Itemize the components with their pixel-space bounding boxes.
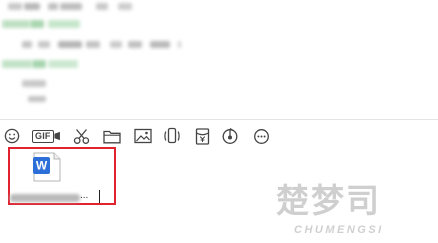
watermark: 楚梦司 CHUMENGSI: [262, 181, 438, 243]
watermark-latin-text: CHUMENGSI: [294, 224, 384, 236]
blurred-message: [48, 20, 80, 28]
image-icon: [134, 128, 152, 144]
red-envelope-icon: [195, 127, 209, 145]
folder-icon: [103, 130, 121, 143]
voice-icon: [222, 128, 238, 144]
blurred-message: [8, 3, 22, 10]
blurred-message: [28, 96, 46, 102]
more-button[interactable]: [250, 124, 272, 148]
word-file-icon[interactable]: W: [31, 152, 61, 182]
blurred-message: [2, 20, 30, 28]
blurred-message: [128, 41, 142, 48]
blurred-message: [30, 20, 44, 28]
blurred-message: [110, 41, 122, 48]
blurred-message: [24, 3, 40, 10]
blurred-message: [96, 3, 108, 10]
voice-message-button[interactable]: [219, 124, 241, 148]
emoji-icon: [4, 128, 20, 144]
send-image-button[interactable]: [132, 124, 154, 148]
blurred-message: [118, 3, 132, 10]
gif-camera-icon: [54, 131, 60, 141]
blurred-message: [32, 60, 46, 68]
blurred-message: [48, 60, 78, 68]
watermark-logo-text: 楚梦司: [276, 182, 381, 219]
more-icon: [253, 128, 269, 144]
word-letter: W: [36, 159, 48, 173]
blurred-message: [60, 3, 82, 10]
shake-button[interactable]: [161, 124, 183, 148]
blurred-message: [22, 80, 46, 87]
blurred-message: [48, 3, 58, 10]
emoji-button[interactable]: [1, 124, 23, 148]
chat-history: [0, 0, 438, 118]
red-envelope-button[interactable]: [191, 124, 213, 148]
blurred-message: [22, 41, 32, 48]
send-file-button[interactable]: [101, 124, 123, 148]
blurred-message: [86, 41, 100, 48]
divider: [0, 119, 438, 120]
blurred-message: [2, 60, 32, 68]
gif-icon: GIF: [32, 129, 54, 143]
screenshot-button[interactable]: [70, 124, 92, 148]
gif-button[interactable]: GIF: [32, 124, 60, 148]
blurred-file-name: [10, 194, 80, 202]
blurred-message: [150, 41, 170, 48]
blurred-message: [38, 41, 50, 48]
scissors-icon: [73, 128, 89, 144]
file-name-ellipsis: ...: [80, 190, 89, 201]
blurred-message: [58, 41, 82, 48]
text-cursor: [99, 190, 100, 203]
blurred-message: [178, 41, 181, 48]
phone-shake-icon: [164, 127, 180, 144]
